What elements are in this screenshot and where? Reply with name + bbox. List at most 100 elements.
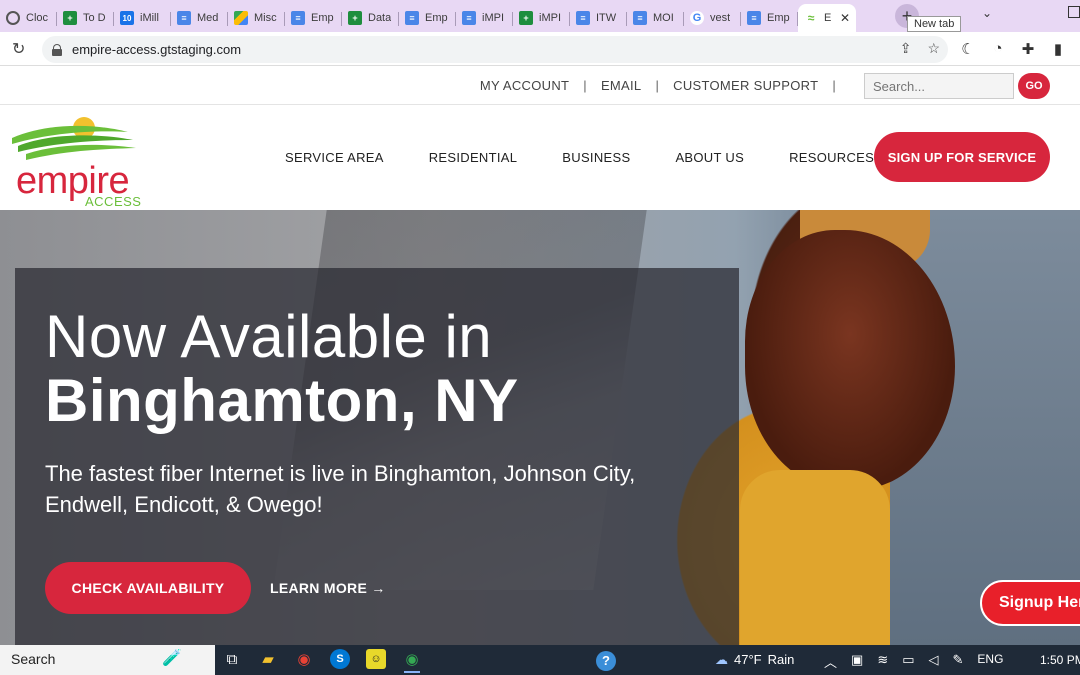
wifi-icon[interactable]: ≋ bbox=[877, 652, 888, 671]
browser-tab-active[interactable]: ≈ E ✕ bbox=[798, 4, 856, 32]
browser-tab[interactable]: ≡ MOI bbox=[627, 4, 684, 32]
file-explorer-icon[interactable]: ▰ bbox=[258, 649, 278, 669]
bookmark-star-icon[interactable]: ☆ bbox=[927, 40, 940, 57]
browser-tab[interactable]: ≡ Med bbox=[171, 4, 228, 32]
browser-tab[interactable]: Cloc bbox=[0, 4, 57, 32]
tab-label: Emp bbox=[425, 12, 448, 24]
system-tray: ︿ ▣ ≋ ▭ ◁ ✎ ENG bbox=[824, 652, 1003, 671]
hero-banner: Now Available in Binghamton, NY The fast… bbox=[0, 210, 1080, 645]
tab-label: Emp bbox=[767, 12, 790, 24]
url-text[interactable]: empire-access.gtstaging.com bbox=[72, 42, 241, 57]
browser-tab[interactable]: ≡ ITW bbox=[570, 4, 627, 32]
browser-tab[interactable]: + iMPI bbox=[513, 4, 570, 32]
chrome-profile-icon[interactable]: ◉ bbox=[402, 649, 422, 673]
chevron-up-icon[interactable]: ︿ bbox=[824, 652, 837, 671]
meet-now-icon[interactable]: ▣ bbox=[851, 652, 863, 671]
taskbar-search-label: Search bbox=[11, 651, 56, 667]
tab-label: Data bbox=[368, 12, 392, 24]
email-link[interactable]: EMAIL bbox=[601, 78, 642, 93]
docs-icon: ≡ bbox=[405, 11, 419, 25]
divider: | bbox=[583, 78, 587, 93]
nav-residential[interactable]: RESIDENTIAL bbox=[429, 150, 518, 165]
hero-heading-line1: Now Available in bbox=[45, 303, 493, 370]
hero-heading-line2: Binghamton, NY bbox=[45, 367, 519, 434]
search-go-button[interactable]: GO bbox=[1018, 73, 1050, 99]
docs-icon: ≡ bbox=[462, 11, 476, 25]
nav-about-us[interactable]: ABOUT US bbox=[675, 150, 744, 165]
hero-photo-shirt bbox=[740, 470, 890, 645]
browser-tab[interactable]: ≡ iMPI bbox=[456, 4, 513, 32]
browser-tab[interactable]: Misc bbox=[228, 4, 285, 32]
sign-up-for-service-button[interactable]: SIGN UP FOR SERVICE bbox=[874, 132, 1050, 182]
volume-icon[interactable]: ◁ bbox=[929, 652, 939, 671]
side-panel-icon[interactable]: ▮ bbox=[1050, 40, 1066, 58]
tab-label: iMPI bbox=[539, 12, 561, 24]
share-icon[interactable]: ⇪ bbox=[900, 40, 912, 57]
task-view-icon[interactable]: ⧉ bbox=[222, 649, 242, 669]
tab-label: ITW bbox=[596, 12, 617, 24]
weather-widget[interactable]: ☁ 47°F Rain bbox=[715, 652, 794, 668]
rain-cloud-icon: ☁ bbox=[715, 652, 728, 667]
new-tab-tooltip: New tab bbox=[907, 16, 962, 32]
divider: | bbox=[832, 78, 836, 93]
restore-window-icon[interactable] bbox=[1068, 6, 1080, 18]
puzzle-icon[interactable]: ✚ bbox=[1020, 40, 1036, 58]
chrome-icon[interactable]: ◉ bbox=[294, 649, 314, 669]
utility-bar: MY ACCOUNT | EMAIL | CUSTOMER SUPPORT | … bbox=[0, 67, 1080, 105]
battery-icon[interactable]: ▭ bbox=[902, 652, 914, 671]
browser-tab[interactable]: ≡ Emp bbox=[399, 4, 456, 32]
search-highlight-icon: 🧪 bbox=[162, 650, 182, 667]
tab-label: iMill bbox=[140, 12, 159, 24]
tab-label: vest bbox=[710, 12, 731, 24]
weather-condition: Rain bbox=[767, 652, 795, 667]
pen-icon[interactable]: ✎ bbox=[953, 652, 964, 671]
tab-label: Med bbox=[197, 12, 219, 24]
tab-label: MOI bbox=[653, 12, 674, 24]
browser-tab[interactable]: ≡ Emp bbox=[741, 4, 798, 32]
language-indicator[interactable]: ENG bbox=[977, 652, 1003, 671]
browser-tab[interactable]: + Data bbox=[342, 4, 399, 32]
nav-business[interactable]: BUSINESS bbox=[562, 150, 630, 165]
google-icon: G bbox=[690, 11, 704, 25]
docs-icon: ≡ bbox=[576, 11, 590, 25]
customer-support-link[interactable]: CUSTOMER SUPPORT bbox=[673, 78, 818, 93]
weather-temperature: 47°F bbox=[734, 652, 762, 667]
tab-label: Cloc bbox=[26, 12, 49, 24]
docs-icon: ≡ bbox=[633, 11, 647, 25]
empire-access-logo[interactable]: empire ACCESS bbox=[8, 116, 158, 209]
browser-tab[interactable]: Gvest bbox=[684, 4, 741, 32]
learn-more-link[interactable]: LEARN MORE → bbox=[270, 580, 386, 596]
tab-label: iMPI bbox=[482, 12, 504, 24]
skype-icon[interactable]: S bbox=[330, 649, 350, 669]
browser-toolbar: ↻ empire-access.gtstaging.com ⇪ ☆ ☾ ◔ ✚ … bbox=[0, 32, 1080, 66]
reload-icon[interactable]: ↻ bbox=[12, 39, 32, 59]
my-account-link[interactable]: MY ACCOUNT bbox=[480, 78, 569, 93]
logo-swoosh-icon bbox=[12, 117, 136, 160]
sheets-icon: + bbox=[519, 11, 533, 25]
docs-icon: ≡ bbox=[291, 11, 305, 25]
check-availability-button[interactable]: CHECK AVAILABILITY bbox=[45, 562, 251, 614]
sticky-app-icon[interactable]: ☺ bbox=[366, 649, 386, 669]
browser-tab[interactable]: ≡ Emp bbox=[285, 4, 342, 32]
taskbar-search-box[interactable]: Search bbox=[0, 645, 215, 675]
nav-service-area[interactable]: SERVICE AREA bbox=[285, 150, 384, 165]
close-tab-icon[interactable]: ✕ bbox=[840, 11, 850, 25]
drive-icon bbox=[234, 11, 248, 25]
clock-time[interactable]: 1:50 PM bbox=[1040, 653, 1080, 667]
sheets-icon: + bbox=[63, 11, 77, 25]
extension-dial-icon[interactable]: ◔ bbox=[990, 40, 1006, 58]
lock-icon[interactable] bbox=[52, 43, 62, 56]
nav-resources[interactable]: RESOURCES bbox=[789, 150, 874, 165]
floating-signup-button[interactable]: Signup Here bbox=[980, 580, 1080, 626]
browser-tab[interactable]: + To D bbox=[57, 4, 114, 32]
address-bar[interactable]: empire-access.gtstaging.com ⇪ ☆ bbox=[42, 36, 948, 63]
clock-icon bbox=[6, 11, 20, 25]
help-icon[interactable]: ? bbox=[596, 651, 616, 671]
tab-label: To D bbox=[83, 12, 106, 24]
divider: | bbox=[655, 78, 660, 93]
chevron-down-icon[interactable]: ⌄ bbox=[982, 6, 992, 20]
docs-icon: ≡ bbox=[177, 11, 191, 25]
extension-c-icon[interactable]: ☾ bbox=[960, 40, 976, 58]
browser-tab[interactable]: 10 iMill bbox=[114, 4, 171, 32]
site-search-input[interactable] bbox=[864, 73, 1014, 99]
